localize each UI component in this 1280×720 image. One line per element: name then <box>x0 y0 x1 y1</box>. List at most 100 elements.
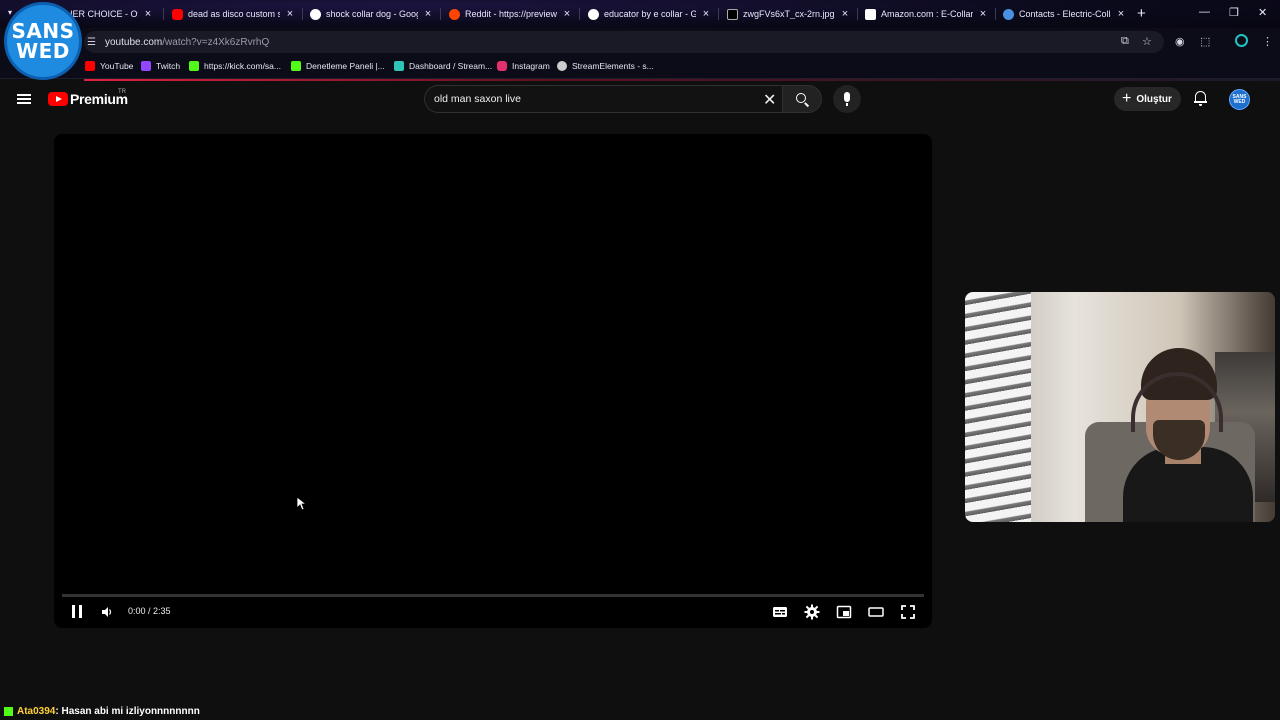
mouse-cursor-icon <box>297 497 307 511</box>
window-blinds <box>965 292 1031 522</box>
close-icon[interactable]: × <box>1115 8 1127 20</box>
tab-search-icon[interactable]: ▾ <box>8 8 12 17</box>
tab-separator <box>718 8 719 20</box>
plus-icon: + <box>1122 90 1132 107</box>
fullscreen-icon[interactable] <box>900 604 916 620</box>
site-info-icon[interactable]: ☰ <box>87 37 96 48</box>
extensions-puzzle-icon[interactable]: ⬚ <box>1200 35 1210 48</box>
install-app-icon[interactable]: ⧉ <box>1121 35 1129 48</box>
twitch-icon <box>141 61 151 71</box>
volume-icon[interactable] <box>101 606 113 618</box>
tab-title: Amazon.com : E-Collar - I <box>881 9 973 19</box>
bookmark-streamelements[interactable]: StreamElements - s... <box>557 61 654 71</box>
notifications-bell-icon[interactable] <box>1194 91 1207 106</box>
create-label: Oluştur <box>1136 93 1172 105</box>
profile-icon[interactable] <box>1235 34 1248 47</box>
tab-separator <box>163 8 164 20</box>
minimize-icon[interactable]: — <box>1199 6 1210 18</box>
chat-text: : Hasan abi mi izliyonnnnnnnn <box>55 705 200 717</box>
search-query[interactable]: old man saxon live <box>434 93 521 105</box>
tab-4[interactable]: educator by e collar - Goo × <box>588 4 712 24</box>
close-icon[interactable]: × <box>977 8 989 20</box>
microphone-icon[interactable] <box>844 92 850 106</box>
url-domain: youtube.com <box>105 37 163 48</box>
bookmark-instagram[interactable]: Instagram <box>497 61 550 71</box>
bookmark-youtube[interactable]: YouTube <box>85 61 133 71</box>
bookmark-label: Denetleme Paneli |... <box>306 61 385 71</box>
close-icon[interactable]: × <box>422 8 434 20</box>
settings-gear-icon[interactable] <box>804 604 820 620</box>
tab-separator <box>857 8 858 20</box>
logo-line-1: SANS <box>11 19 75 43</box>
pause-icon[interactable] <box>72 605 82 618</box>
tab-title: HER CHOICE - Offi <box>66 9 138 19</box>
tab-title: Contacts - Electric-Collar <box>1019 9 1111 19</box>
tab-title: Reddit - https://preview.r <box>465 9 557 19</box>
bookmark-kick[interactable]: https://kick.com/sa... <box>189 61 281 71</box>
kick-icon <box>189 61 199 71</box>
close-icon[interactable]: × <box>561 8 573 20</box>
tab-separator <box>440 8 441 20</box>
bookmark-denetleme[interactable]: Denetleme Paneli |... <box>291 61 385 71</box>
time-display: 0:00 / 2:35 <box>128 606 171 616</box>
youtube-favicon-icon <box>172 8 183 20</box>
clear-search-icon[interactable]: ✕ <box>763 90 776 109</box>
chat-username: Ata0394 <box>17 705 56 717</box>
restore-icon[interactable]: ❐ <box>1229 6 1239 19</box>
tab-5[interactable]: zwgFVs6xT_cx-2rn.jpg (81 × <box>727 4 851 24</box>
tab-0[interactable]: HER CHOICE - Offi × <box>66 4 154 24</box>
subtitles-icon[interactable] <box>772 604 788 620</box>
close-icon[interactable]: × <box>284 8 296 20</box>
tab-1[interactable]: dead as disco custom sor × <box>172 4 296 24</box>
close-icon[interactable]: × <box>142 8 154 20</box>
bookmark-label: Dashboard / Stream... <box>409 61 493 71</box>
close-icon[interactable]: × <box>700 8 712 20</box>
kick-badge-icon <box>4 706 13 716</box>
close-icon[interactable]: × <box>839 8 851 20</box>
search-icon[interactable] <box>796 93 806 103</box>
bookmark-twitch[interactable]: Twitch <box>141 61 180 71</box>
youtube-logo-icon[interactable] <box>48 92 68 106</box>
bookmark-label: https://kick.com/sa... <box>204 61 281 71</box>
youtube-icon <box>85 61 95 71</box>
progress-bar[interactable] <box>62 594 924 597</box>
tab-title: shock collar dog - Google <box>326 9 418 19</box>
url-path: /watch?v=z4Xk6zRvrhQ <box>162 37 270 48</box>
menu-icon[interactable] <box>17 94 31 104</box>
tab-7[interactable]: Contacts - Electric-Collar × <box>1003 4 1127 24</box>
miniplayer-icon[interactable] <box>836 604 852 620</box>
browser-menu-icon[interactable]: ⋮ <box>1262 35 1273 48</box>
avatar[interactable]: SANS WED <box>1229 89 1250 110</box>
tab-2[interactable]: shock collar dog - Google × <box>310 4 434 24</box>
tab-3[interactable]: Reddit - https://preview.r × <box>449 4 573 24</box>
reddit-favicon-icon <box>449 8 460 20</box>
bookmark-star-icon[interactable]: ☆ <box>1142 35 1152 48</box>
x-favicon-icon <box>727 8 738 20</box>
url-text[interactable]: youtube.com/watch?v=z4Xk6zRvrhQ <box>105 37 269 48</box>
video-player[interactable] <box>54 134 932 628</box>
stream-logo: SANS WED <box>4 2 82 80</box>
create-button[interactable]: + Oluştur <box>1114 87 1181 111</box>
new-tab-icon[interactable]: + <box>1137 5 1146 22</box>
extension-glasses-icon[interactable]: ◉ <box>1175 35 1185 48</box>
theater-mode-icon[interactable] <box>868 604 884 620</box>
streamelements-icon <box>557 61 567 71</box>
google-favicon-icon <box>588 8 599 20</box>
bookmark-label: Twitch <box>156 61 181 71</box>
logo-line-2: WED <box>16 39 70 63</box>
kick-icon <box>291 61 301 71</box>
bookmark-label: StreamElements - s... <box>572 61 654 71</box>
region-code: TR <box>118 89 126 95</box>
tab-separator <box>579 8 580 20</box>
tab-title: educator by e collar - Goo <box>604 9 696 19</box>
tab-separator <box>995 8 996 20</box>
bookmark-label: Instagram <box>512 61 550 71</box>
google-favicon-icon <box>310 8 321 20</box>
chat-message: Ata0394 : Hasan abi mi izliyonnnnnnnn <box>4 704 200 718</box>
window-close-icon[interactable]: ✕ <box>1258 6 1267 19</box>
bookmark-dashboard[interactable]: Dashboard / Stream... <box>394 61 492 71</box>
tab-separator <box>302 8 303 20</box>
instagram-icon <box>497 61 507 71</box>
streamlabs-icon <box>394 61 404 71</box>
tab-6[interactable]: Amazon.com : E-Collar - I × <box>865 4 989 24</box>
